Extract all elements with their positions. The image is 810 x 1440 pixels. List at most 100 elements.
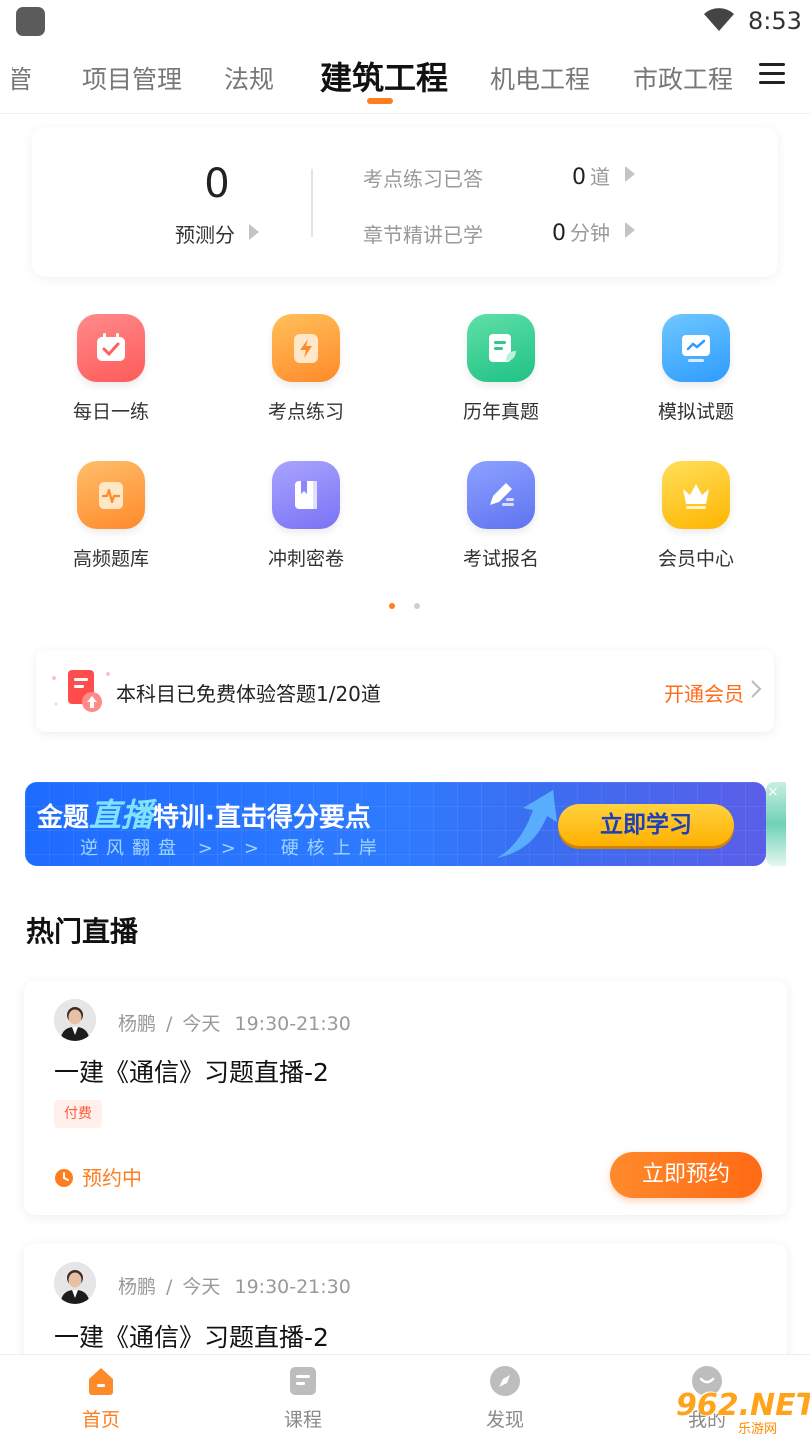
scroll-pulse-icon: [77, 461, 145, 529]
status-time: 8:53: [748, 7, 802, 35]
feature-past-exams[interactable]: 历年真题: [411, 314, 591, 424]
live-meta: 杨鹏 / 今天 19:30-21:30: [118, 1009, 351, 1036]
live-card[interactable]: 杨鹏 / 今天 19:30-21:30 一建《通信》习题直播-2 付费 预约中 立即…: [24, 981, 787, 1215]
avatar: [54, 999, 96, 1041]
banner-title-prefix: 金题: [37, 803, 90, 833]
reservation-status: 预约中: [54, 1162, 142, 1191]
banner-subtitle: 逆风翻盘 >>> 硬核上岸: [80, 838, 385, 859]
practice-answered-value[interactable]: 0道: [572, 161, 610, 190]
nav-label: 发现: [485, 1409, 524, 1431]
live-meta: 杨鹏 / 今天 19:30-21:30: [118, 1272, 351, 1299]
feature-label: 会员中心: [657, 548, 734, 570]
live-time: 19:30-21:30: [234, 1013, 351, 1035]
tab-mechanical-electrical[interactable]: 机电工程: [490, 60, 590, 96]
feature-mock-exams[interactable]: 模拟试题: [606, 314, 786, 424]
close-icon[interactable]: ×: [767, 784, 779, 800]
live-time: 19:30-21:30: [234, 1276, 351, 1298]
score-card: 0 预测分 考点练习已答 0道 章节精讲已学 0 分钟: [32, 127, 778, 277]
feature-high-frequency-bank[interactable]: 高频题库: [21, 461, 201, 571]
home-icon: [85, 1365, 117, 1397]
nav-courses[interactable]: 课程: [253, 1365, 353, 1432]
pager-dot-active: [389, 603, 395, 609]
tab-project-management[interactable]: 项目管理: [82, 60, 182, 96]
feature-label: 历年真题: [462, 401, 539, 423]
feature-key-points-practice[interactable]: 考点练习: [216, 314, 396, 424]
live-date: 今天: [182, 1013, 221, 1035]
feature-daily-practice[interactable]: 每日一练: [21, 314, 201, 424]
play-arrow-icon: [249, 224, 259, 240]
predicted-score-link[interactable]: 预测分: [175, 219, 259, 248]
wifi-icon: [704, 8, 734, 32]
compass-icon: [489, 1365, 521, 1397]
feature-label: 高频题库: [72, 548, 149, 570]
practice-answered-count: 0: [572, 165, 586, 190]
meta-separator: /: [166, 1013, 173, 1035]
open-membership-link[interactable]: 开通会员: [664, 678, 744, 707]
practice-answered-unit: 道: [590, 165, 610, 189]
menu-icon[interactable]: [759, 63, 785, 85]
live-title: 一建《通信》习题直播-2: [54, 1323, 329, 1352]
clock-icon: [55, 1169, 73, 1187]
chapter-learned-label: 章节精讲已学: [363, 223, 483, 247]
chevron-right-icon: [751, 680, 762, 698]
play-arrow-icon[interactable]: [625, 222, 635, 238]
feature-label: 每日一练: [72, 401, 149, 423]
section-title: 热门直播: [26, 915, 139, 948]
chapter-learned-count: 0: [552, 221, 566, 246]
document-leaf-icon: [467, 314, 535, 382]
promo-banner[interactable]: 金题直播特训·直击得分要点 逆风翻盘 >>> 硬核上岸 立即学习: [25, 782, 766, 866]
nav-discover[interactable]: 发现: [455, 1365, 555, 1432]
tab-municipal-engineering[interactable]: 市政工程: [633, 60, 733, 96]
watermark-sub: 乐游网: [738, 1422, 778, 1437]
banner-title-highlight: 直播: [89, 796, 154, 834]
site-watermark: 962.NET 乐游网: [666, 1382, 810, 1437]
nav-home[interactable]: 首页: [51, 1365, 151, 1432]
nav-label: 首页: [81, 1409, 120, 1431]
feature-member-center[interactable]: 会员中心: [606, 461, 786, 571]
pager-dot: [414, 603, 420, 609]
reserve-now-button[interactable]: 立即预约: [610, 1152, 762, 1198]
banner-title: 金题直播特训·直击得分要点: [37, 790, 371, 836]
feature-label: 考试报名: [462, 548, 539, 570]
avatar: [54, 1262, 96, 1304]
practice-answered-label: 考点练习已答: [363, 167, 483, 191]
divider: [311, 169, 313, 237]
play-arrow-icon[interactable]: [625, 166, 635, 182]
teacher-name: 杨鹏: [118, 1276, 157, 1298]
banner-title-suffix: 特训·直击得分要点: [153, 803, 371, 833]
status-bar: 8:53: [0, 0, 810, 44]
feature-exam-registration[interactable]: 考试报名: [411, 461, 591, 571]
book-icon: [272, 461, 340, 529]
tab-construction-engineering[interactable]: 建筑工程: [320, 53, 448, 99]
free-trial-bar[interactable]: 本科目已免费体验答题1/20道 开通会员: [36, 650, 774, 732]
crown-icon: [662, 461, 730, 529]
predicted-score-label: 预测分: [175, 223, 235, 247]
status-text: 预约中: [82, 1166, 142, 1190]
nav-label: 课程: [283, 1409, 322, 1431]
predicted-score-value: 0: [204, 161, 230, 207]
meta-separator: /: [166, 1276, 173, 1298]
arrow-up-icon: [497, 790, 557, 858]
monitor-chart-icon: [662, 314, 730, 382]
live-title: 一建《通信》习题直播-2: [54, 1058, 329, 1087]
teacher-name: 杨鹏: [118, 1013, 157, 1035]
feature-sprint-papers[interactable]: 冲刺密卷: [216, 461, 396, 571]
feature-label: 考点练习: [267, 401, 344, 423]
pen-icon: [467, 461, 535, 529]
chapter-learned-value[interactable]: 0 分钟: [552, 217, 610, 246]
chapter-learned-unit: 分钟: [570, 221, 610, 245]
tab-partial[interactable]: 管: [12, 60, 32, 96]
paid-badge: 付费: [54, 1100, 102, 1128]
calendar-check-icon: [77, 314, 145, 382]
lightning-icon: [272, 314, 340, 382]
course-icon: [287, 1365, 319, 1397]
live-date: 今天: [182, 1276, 221, 1298]
tab-regulations[interactable]: 法规: [224, 60, 274, 96]
app-icon: [16, 7, 45, 36]
active-tab-indicator: [367, 98, 393, 104]
feature-label: 冲刺密卷: [267, 548, 344, 570]
learn-now-button[interactable]: 立即学习: [558, 804, 734, 846]
free-trial-text: 本科目已免费体验答题1/20道: [116, 682, 381, 706]
category-tabs: 管 项目管理 法规 建筑工程 机电工程 市政工程: [0, 48, 810, 114]
feature-label: 模拟试题: [657, 401, 734, 423]
